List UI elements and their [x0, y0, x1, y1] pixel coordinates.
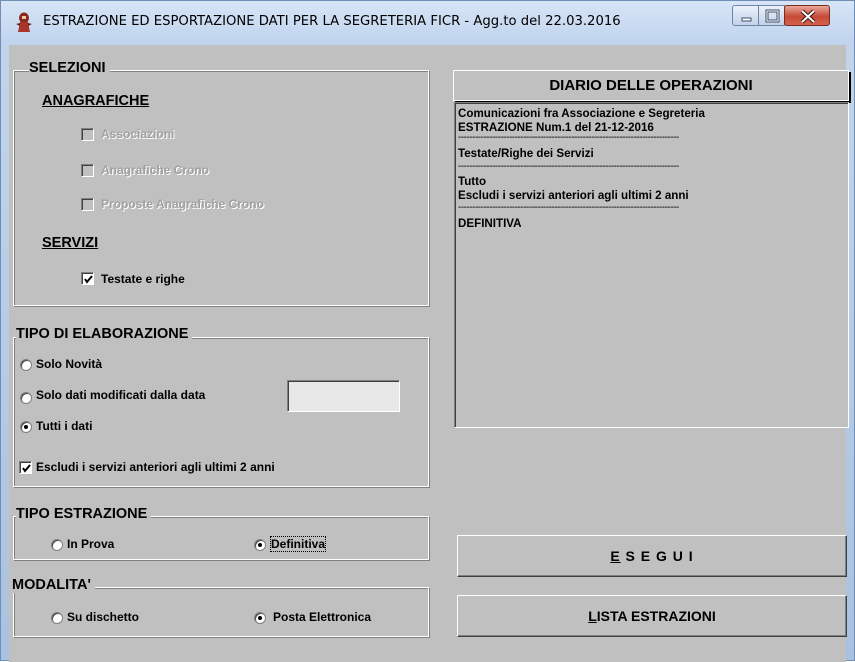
tutti-i-dati-radio[interactable]	[20, 421, 32, 433]
diario-line: Testate/Righe dei Servizi	[458, 147, 594, 160]
tipo-estrazione-legend: TIPO ESTRAZIONE	[16, 506, 152, 522]
in-prova-radio[interactable]	[51, 539, 63, 551]
tipo-elaborazione-legend: TIPO DI ELABORAZIONE	[16, 326, 193, 342]
testate-e-righe-checkbox[interactable]	[81, 272, 94, 285]
su-dischetto-label: Su dischetto	[67, 610, 140, 624]
associazioni-label: Associazioni	[101, 127, 175, 141]
diario-separator: ----------------------------------------…	[458, 135, 679, 143]
title-bar[interactable]: ESTRAZIONE ED ESPORTAZIONE DATI PER LA S…	[1, 1, 854, 45]
servizi-heading: SERVIZI	[42, 235, 99, 251]
window-title: ESTRAZIONE ED ESPORTAZIONE DATI PER LA S…	[43, 14, 621, 29]
modalita-legend: MODALITA'	[12, 577, 95, 593]
esegui-button[interactable]: E S E G U I	[457, 535, 847, 577]
posta-elettronica-label: Posta Elettronica	[273, 610, 372, 624]
selezioni-legend: SELEZIONI	[29, 60, 110, 76]
checkmark-icon	[22, 464, 31, 473]
in-prova-label: In Prova	[67, 537, 115, 551]
diario-log: Comunicazioni fra Associazione e Segrete…	[454, 102, 849, 428]
associazioni-checkbox[interactable]	[81, 128, 94, 141]
solo-novita-label: Solo Novità	[36, 357, 103, 371]
solo-novita-radio[interactable]	[20, 359, 32, 371]
escludi-servizi-label: Escludi i servizi anteriori agli ultimi …	[36, 460, 275, 474]
definitiva-radio[interactable]	[254, 539, 266, 551]
solo-dati-modificati-label: Solo dati modificati dalla data	[36, 388, 206, 402]
checkmark-icon	[84, 275, 93, 284]
diario-header: DIARIO DELLE OPERAZIONI	[453, 70, 849, 101]
app-icon	[16, 12, 32, 32]
proposte-anagrafiche-crono-label: Proposte Anagrafiche Crono	[101, 197, 264, 211]
anagrafiche-crono-checkbox[interactable]	[81, 164, 94, 177]
client-area: SELEZIONI ANAGRAFICHE Associazioni Anagr…	[9, 45, 849, 662]
tutti-i-dati-label: Tutti i dati	[36, 419, 93, 433]
minimize-button[interactable]	[732, 5, 759, 26]
solo-dati-modificati-radio[interactable]	[20, 392, 32, 404]
diario-separator: ----------------------------------------…	[458, 205, 679, 213]
minimize-icon	[741, 17, 752, 22]
data-modifica-input[interactable]	[287, 380, 400, 412]
maximize-icon	[765, 9, 780, 23]
diario-line: DEFINITIVA	[458, 217, 522, 230]
lista-estrazioni-label: LISTA ESTRAZIONI	[588, 608, 716, 624]
proposte-anagrafiche-crono-checkbox[interactable]	[81, 198, 94, 211]
app-window: ESTRAZIONE ED ESPORTAZIONE DATI PER LA S…	[0, 0, 855, 662]
posta-elettronica-radio[interactable]	[254, 612, 266, 624]
diario-separator: ----------------------------------------…	[458, 164, 679, 172]
escludi-servizi-checkbox[interactable]	[19, 461, 32, 474]
diario-line: Tutto	[458, 175, 487, 188]
diario-line: ESTRAZIONE Num.1 del 21-12-2016	[458, 121, 654, 134]
diario-line: Escludi i servizi anteriori agli ultimi …	[458, 189, 689, 202]
close-button[interactable]	[784, 5, 830, 26]
lista-estrazioni-button[interactable]: LISTA ESTRAZIONI	[457, 595, 847, 637]
definitiva-label: Definitiva	[269, 536, 327, 552]
su-dischetto-radio[interactable]	[51, 612, 63, 624]
diario-line: Comunicazioni fra Associazione e Segrete…	[458, 107, 705, 120]
esegui-label: E S E G U I	[610, 548, 694, 564]
maximize-button[interactable]	[758, 5, 785, 26]
anagrafiche-heading: ANAGRAFICHE	[42, 93, 150, 109]
close-icon	[800, 9, 816, 24]
anagrafiche-crono-label: Anagrafiche Crono	[101, 163, 210, 177]
testate-e-righe-label: Testate e righe	[101, 272, 185, 286]
